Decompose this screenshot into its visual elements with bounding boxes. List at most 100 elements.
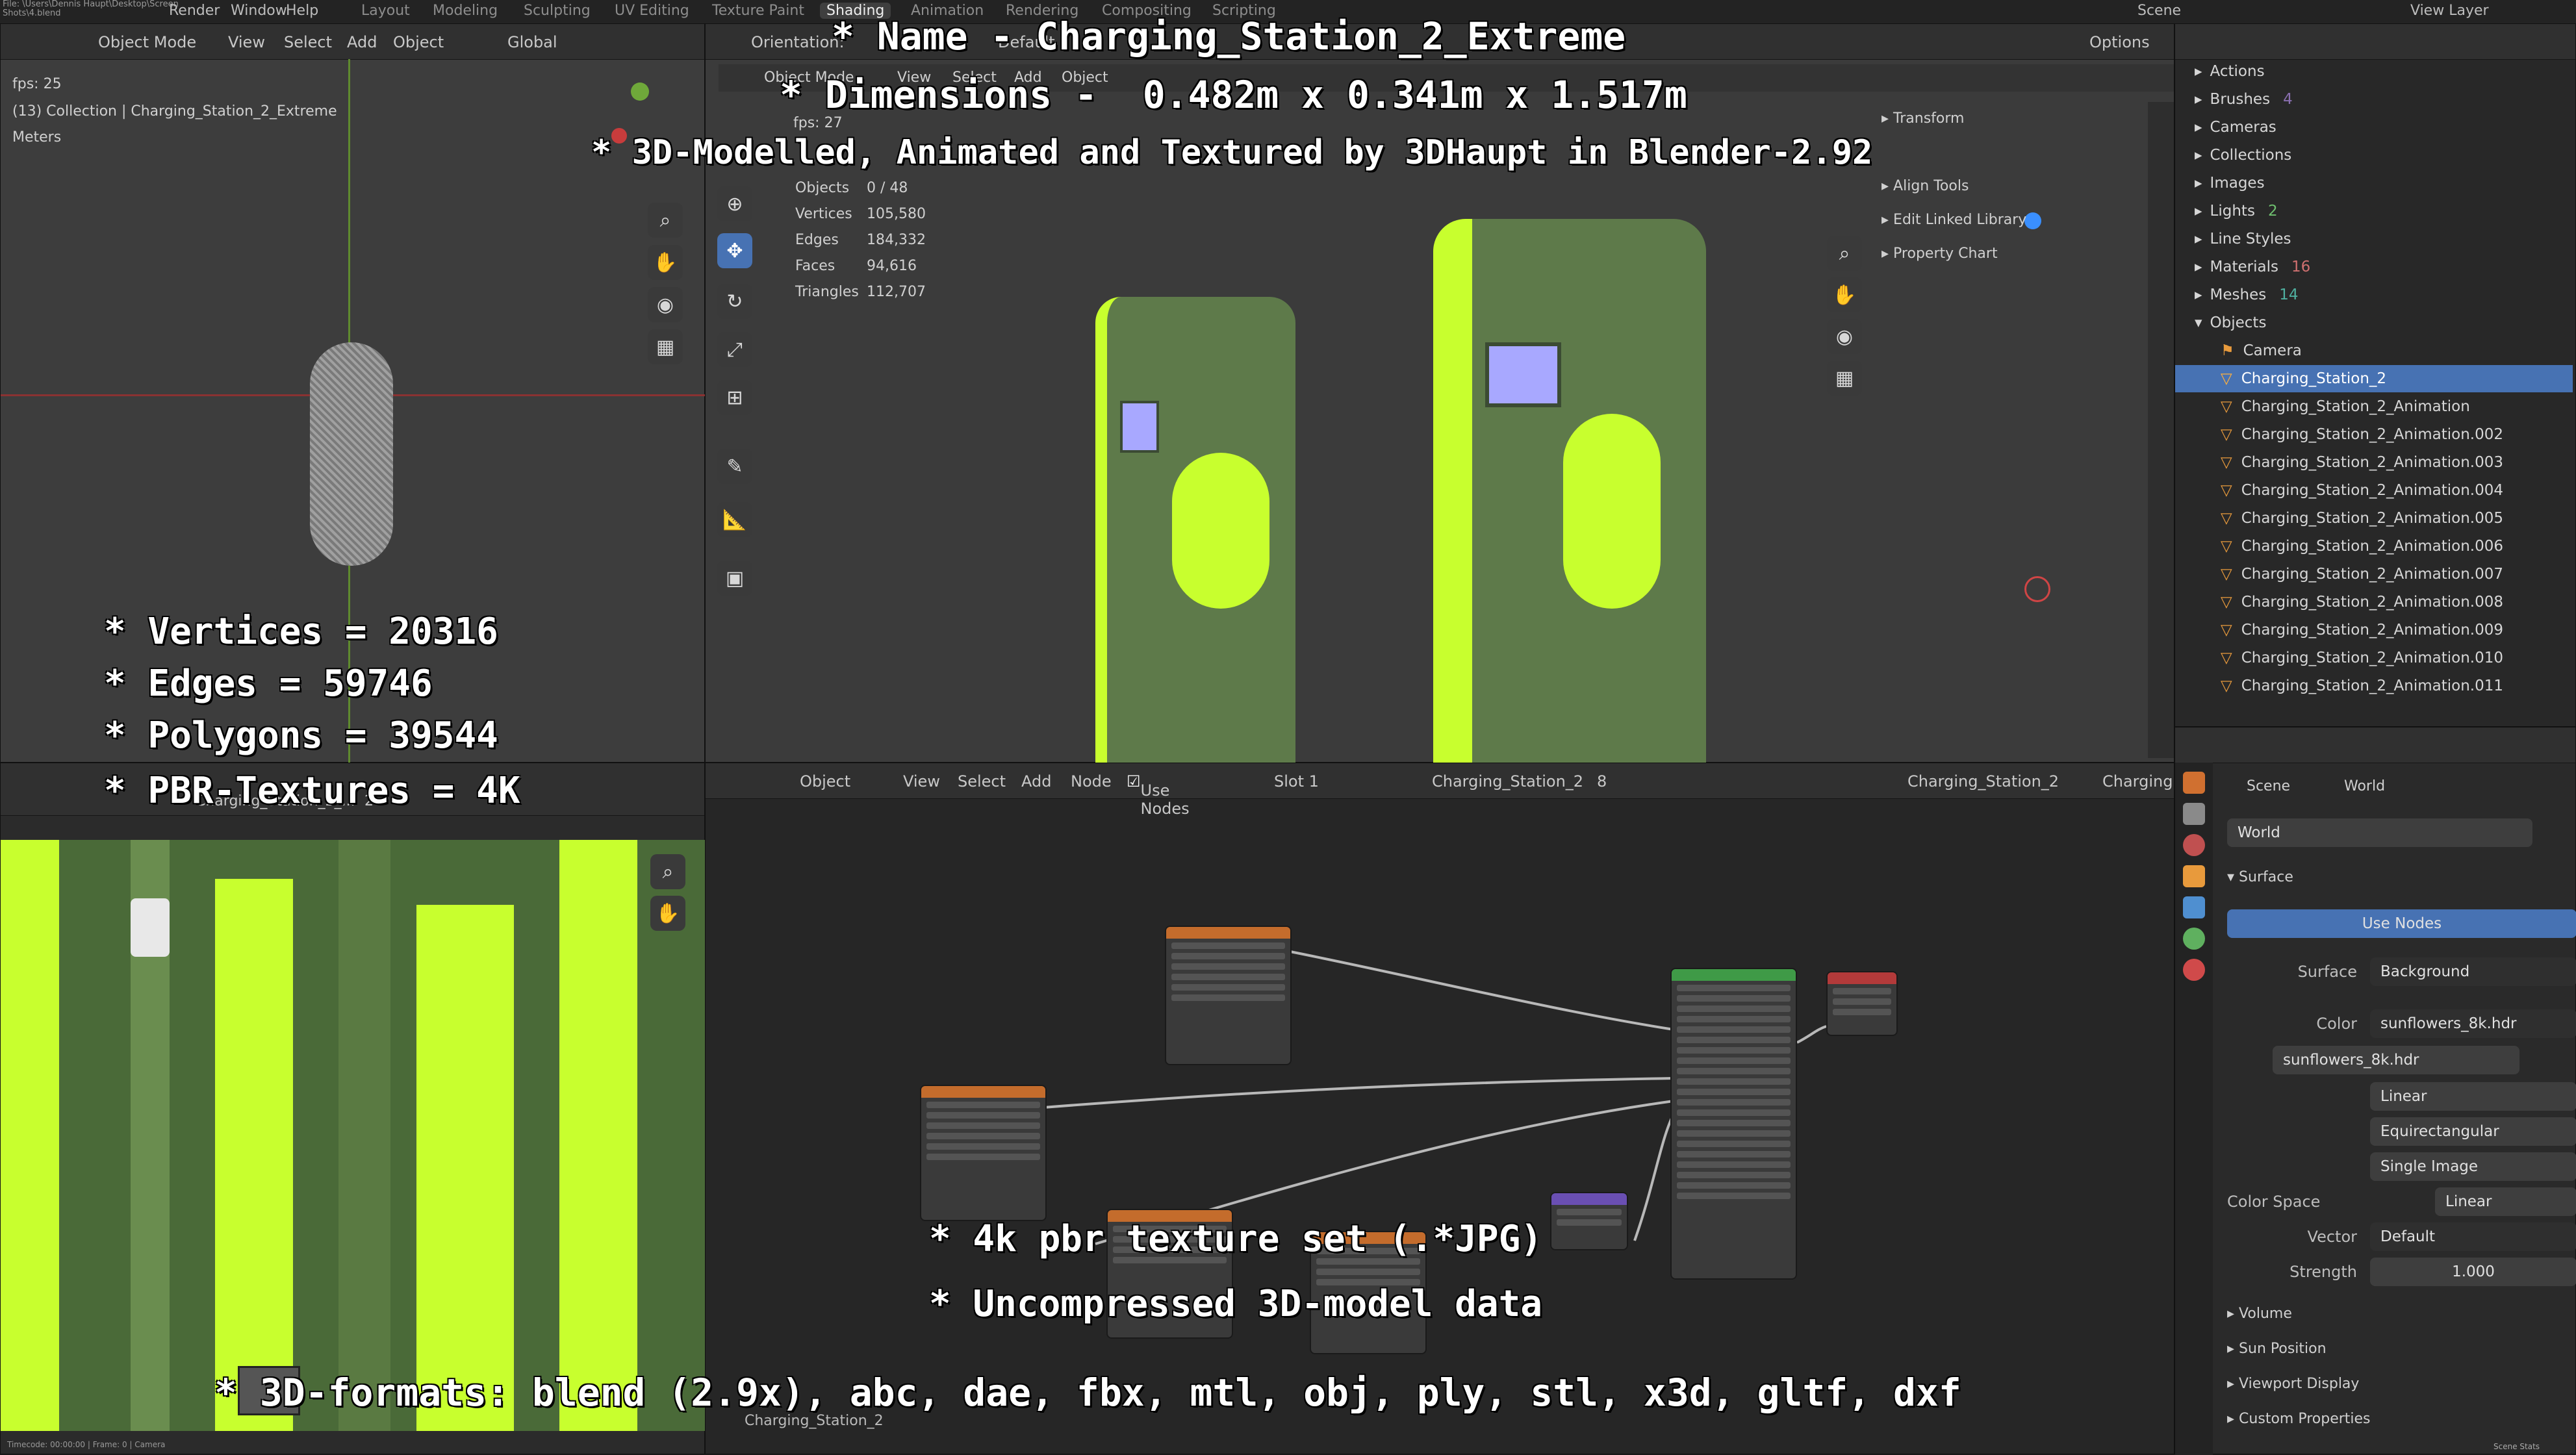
- rotate-tool-icon[interactable]: ↻: [717, 284, 752, 319]
- tab-sculpting[interactable]: Sculpting: [524, 3, 591, 19]
- uv-editor[interactable]: Charging_Station_2_... 2 ⌕ ✋ Timecode: 0…: [0, 763, 706, 1454]
- transform-tool-icon[interactable]: ⊞: [717, 380, 752, 415]
- color-value[interactable]: sunflowers_8k.hdr: [2370, 1009, 2576, 1038]
- uv-pan-hand-icon[interactable]: ✋: [650, 896, 685, 931]
- cursor-tool-icon[interactable]: ⊕: [717, 186, 752, 221]
- outliner-item-objects[interactable]: ▾ Objects: [2175, 309, 2573, 336]
- pan-hand-icon[interactable]: ✋: [648, 245, 683, 280]
- sidebar-tabs[interactable]: [2148, 102, 2174, 758]
- camera-view-icon[interactable]: ◉: [648, 287, 683, 322]
- vector-value[interactable]: Default: [2370, 1222, 2576, 1251]
- tab-texture-paint[interactable]: Texture Paint: [712, 3, 804, 19]
- outliner-item-line-styles[interactable]: ▸ Line Styles: [2175, 225, 2573, 253]
- annotate-tool-icon[interactable]: ✎: [717, 449, 752, 484]
- outliner-object[interactable]: ▽ Charging_Station_2_Animation: [2175, 393, 2573, 420]
- move-tool-icon[interactable]: ✥: [717, 233, 752, 268]
- options-button[interactable]: Options: [2089, 33, 2150, 51]
- outliner-item-materials[interactable]: ▸ Materials 16: [2175, 253, 2573, 281]
- outliner-item-meshes[interactable]: ▸ Meshes 14: [2175, 281, 2573, 309]
- charging-station-model-left[interactable]: [1095, 297, 1295, 763]
- gizmo-y-icon[interactable]: [631, 82, 649, 101]
- outliner-object[interactable]: ▽ Charging_Station_2_Animation.004: [2175, 477, 2573, 504]
- outliner-object-camera[interactable]: ⚑ Camera: [2175, 337, 2573, 364]
- uv-zoom-icon[interactable]: ⌕: [650, 854, 685, 889]
- texture-preview[interactable]: [1, 840, 706, 1431]
- outliner-object[interactable]: ▽ Charging_Station_2_Animation.009: [2175, 616, 2573, 644]
- menu-add[interactable]: Add: [347, 33, 377, 51]
- zoom-icon[interactable]: ⌕: [648, 203, 683, 238]
- main-camera-icon[interactable]: ◉: [1827, 319, 1862, 354]
- strength-field[interactable]: 1.000: [2370, 1258, 2576, 1286]
- charging-station-model-right[interactable]: [1433, 219, 1706, 763]
- outliner-item-brushes[interactable]: ▸ Brushes 4: [2175, 86, 2573, 113]
- main-pan-hand-icon[interactable]: ✋: [1827, 277, 1862, 312]
- panel-align-tools[interactable]: ▸ Align Tools: [1881, 170, 2148, 203]
- scene-selector[interactable]: Scene: [2137, 3, 2181, 19]
- panel-edit-linked-library[interactable]: ▸ Edit Linked Library: [1881, 203, 2148, 237]
- object-tab-icon[interactable]: [2183, 865, 2205, 887]
- grid-toggle-icon[interactable]: ▦: [648, 329, 683, 364]
- menu-render[interactable]: Render: [169, 3, 220, 19]
- image-name-field[interactable]: sunflowers_8k.hdr: [2273, 1046, 2519, 1074]
- outliner-item-cameras[interactable]: ▸ Cameras: [2175, 114, 2573, 141]
- outliner-object[interactable]: ▽ Charging_Station_2_Animation.011: [2175, 672, 2573, 700]
- menu-window[interactable]: Window: [231, 3, 287, 19]
- interpolation-dropdown[interactable]: Linear: [2370, 1082, 2576, 1111]
- render-tab-icon[interactable]: [2183, 772, 2205, 794]
- world-tab-icon[interactable]: [2183, 834, 2205, 856]
- output-tab-icon[interactable]: [2183, 803, 2205, 825]
- mode-selector[interactable]: Object Mode: [98, 33, 196, 51]
- panel-transform[interactable]: ▸ Transform: [1881, 102, 2148, 136]
- node-editor[interactable]: Object View Select Add Node ☑ Use Nodes …: [705, 763, 2174, 1454]
- material-tab-icon[interactable]: [2183, 959, 2205, 981]
- image-texture-node[interactable]: [920, 1085, 1047, 1221]
- outliner-object-selected[interactable]: ▽ Charging_Station_2: [2175, 365, 2573, 392]
- use-nodes-button[interactable]: Use Nodes: [2227, 909, 2576, 938]
- outliner-item-actions[interactable]: ▸ Actions: [2175, 58, 2573, 85]
- image-texture-node[interactable]: [1165, 926, 1292, 1065]
- viewport-display-section-header[interactable]: ▸ Viewport Display: [2227, 1376, 2359, 1392]
- outliner-object[interactable]: ▽ Charging_Station_2_Animation.002: [2175, 421, 2573, 448]
- volume-section-header[interactable]: ▸ Volume: [2227, 1306, 2292, 1322]
- outliner-item-lights[interactable]: ▸ Lights 2: [2175, 197, 2573, 225]
- add-cube-tool-icon[interactable]: ▣: [717, 561, 752, 596]
- outliner-object[interactable]: ▽ Charging_Station_2_Animation.007: [2175, 561, 2573, 588]
- main-perspective-icon[interactable]: ▦: [1827, 361, 1862, 396]
- outliner-item-images[interactable]: ▸ Images: [2175, 170, 2573, 197]
- menu-help[interactable]: Help: [286, 3, 318, 19]
- surface-value[interactable]: Background: [2370, 957, 2576, 986]
- panel-property-chart[interactable]: ▸ Property Chart: [1881, 237, 2148, 271]
- color-space-dropdown[interactable]: Linear: [2435, 1187, 2576, 1216]
- main-zoom-icon[interactable]: ⌕: [1827, 236, 1862, 271]
- outliner-object[interactable]: ▽ Charging_Station_2_Animation.006: [2175, 533, 2573, 560]
- breadcrumb-scene[interactable]: Scene: [2247, 778, 2290, 794]
- tab-uv-editing[interactable]: UV Editing: [615, 3, 689, 19]
- projection-dropdown[interactable]: Equirectangular: [2370, 1117, 2576, 1146]
- navigation-gizmo[interactable]: [611, 82, 670, 144]
- world-name-field[interactable]: World: [2227, 818, 2532, 847]
- properties-tab-bar[interactable]: [2175, 763, 2213, 1455]
- breadcrumb-world[interactable]: World: [2344, 778, 2385, 794]
- transform-orientation[interactable]: Global: [507, 33, 557, 51]
- outliner-object[interactable]: ▽ Charging_Station_2_Animation.010: [2175, 644, 2573, 672]
- 3d-cursor-icon[interactable]: [2024, 576, 2050, 602]
- data-tab-icon[interactable]: [2183, 928, 2205, 950]
- outliner-object[interactable]: ▽ Charging_Station_2_Animation.003: [2175, 449, 2573, 476]
- scale-tool-icon[interactable]: ⤢: [717, 332, 752, 367]
- modifier-tab-icon[interactable]: [2183, 896, 2205, 918]
- menu-view[interactable]: View: [228, 33, 265, 51]
- custom-properties-section-header[interactable]: ▸ Custom Properties: [2227, 1411, 2371, 1427]
- surface-section-header[interactable]: ▾ Surface: [2227, 869, 2293, 885]
- tab-layout[interactable]: Layout: [361, 3, 410, 19]
- outliner-item-collections[interactable]: ▸ Collections: [2175, 142, 2573, 169]
- properties-editor[interactable]: Scene World World ▾ Surface Use Nodes Su…: [2174, 727, 2576, 1455]
- menu-object[interactable]: Object: [393, 33, 444, 51]
- outliner[interactable]: ▸ Actions ▸ Brushes 4 ▸ Cameras ▸ Collect…: [2174, 23, 2576, 727]
- view-layer-selector[interactable]: View Layer: [2410, 3, 2489, 19]
- tab-modeling[interactable]: Modeling: [433, 3, 498, 19]
- normal-map-node[interactable]: [1550, 1192, 1628, 1250]
- menu-select[interactable]: Select: [284, 33, 332, 51]
- sun-position-section-header[interactable]: ▸ Sun Position: [2227, 1341, 2327, 1357]
- measure-tool-icon[interactable]: 📐: [717, 502, 752, 537]
- outliner-object[interactable]: ▽ Charging_Station_2_Animation.005: [2175, 505, 2573, 532]
